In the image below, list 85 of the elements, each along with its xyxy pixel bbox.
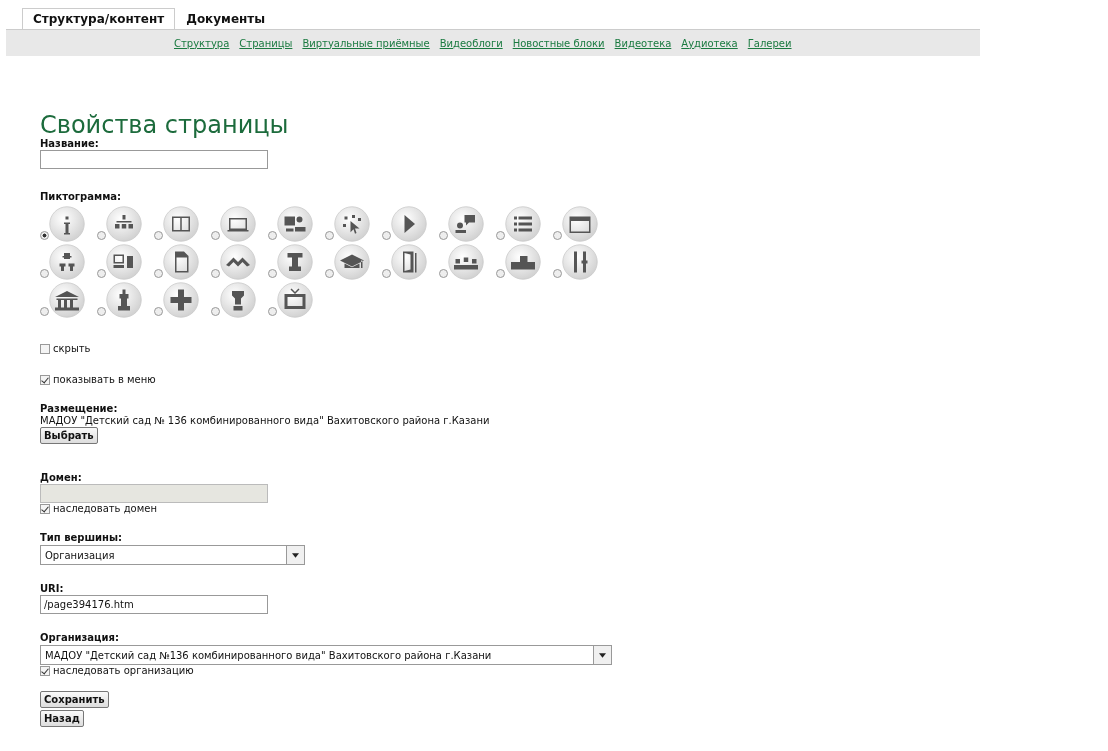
pictogram-icon[interactable]	[49, 244, 85, 280]
checkbox[interactable]	[40, 374, 50, 385]
pictogram-icon[interactable]	[391, 206, 427, 242]
form-button[interactable]: Назад	[40, 710, 84, 727]
pictogram-icon[interactable]	[49, 282, 85, 318]
radio-button[interactable]	[439, 269, 448, 278]
pictogram-icon[interactable]	[277, 206, 313, 242]
pictogram-icon[interactable]	[163, 244, 199, 280]
dropdown[interactable]: МАДОУ "Детский сад №136 комбинированного вида" Вахитовского района г.Казани	[40, 645, 612, 665]
pictogram-icon[interactable]	[106, 244, 142, 280]
pictogram-icon[interactable]	[448, 206, 484, 242]
pictogram-icon[interactable]	[277, 282, 313, 318]
checkbox[interactable]	[40, 343, 50, 354]
caret-icon	[292, 552, 299, 558]
radio-button[interactable]	[154, 231, 163, 240]
field-label: Размещение:	[40, 403, 119, 415]
nav-link[interactable]: Страницы	[239, 37, 293, 49]
radio-button[interactable]	[325, 269, 334, 278]
field-label: Тип вершины:	[40, 532, 124, 544]
dropdown[interactable]: Организация	[40, 545, 305, 565]
pictogram-icon[interactable]	[277, 244, 313, 280]
pictogram-icon[interactable]	[106, 206, 142, 242]
radio-button[interactable]	[496, 269, 505, 278]
radio-button[interactable]	[40, 269, 49, 278]
radio-button[interactable]	[268, 231, 277, 240]
radio-button[interactable]	[154, 269, 163, 278]
pictogram-icon[interactable]	[505, 244, 541, 280]
checkbox-label: наследовать домен	[53, 503, 157, 514]
page-heading: Свойства страницы	[40, 112, 290, 138]
radio-button[interactable]	[382, 269, 391, 278]
radio-button[interactable]	[268, 307, 277, 316]
pictogram-icon[interactable]	[334, 244, 370, 280]
field-label: Домен:	[40, 472, 83, 484]
pictogram-icon[interactable]	[220, 244, 256, 280]
field-label: Название:	[40, 138, 100, 150]
radio-button[interactable]	[40, 231, 49, 240]
pictogram-icon[interactable]	[334, 206, 370, 242]
pictogram-icon[interactable]	[220, 282, 256, 318]
nav-link[interactable]: Виртуальные приёмные	[302, 37, 430, 49]
pictogram-icon[interactable]	[448, 244, 484, 280]
radio-button[interactable]	[97, 307, 106, 316]
input-field[interactable]: /page394176.htm	[40, 595, 268, 614]
radio-button[interactable]	[496, 231, 505, 240]
tab[interactable]: Структура/контент	[22, 8, 176, 29]
radio-button[interactable]	[382, 231, 391, 240]
radio-button[interactable]	[211, 307, 220, 316]
pictogram-icon[interactable]	[220, 206, 256, 242]
radio-button[interactable]	[211, 269, 220, 278]
radio-button[interactable]	[211, 231, 220, 240]
nav-link[interactable]: Аудиотека	[681, 37, 738, 49]
radio-button[interactable]	[97, 269, 106, 278]
radio-button[interactable]	[439, 231, 448, 240]
checkbox-label: скрыть	[53, 343, 91, 354]
checkbox[interactable]	[40, 665, 50, 676]
pictogram-icon[interactable]	[562, 244, 598, 280]
radio-button[interactable]	[40, 307, 49, 316]
nav-link[interactable]: Видеотека	[614, 37, 672, 49]
pictogram-icon[interactable]	[505, 206, 541, 242]
radio-button[interactable]	[268, 269, 277, 278]
radio-button[interactable]	[154, 307, 163, 316]
choose-button[interactable]: Выбрать	[40, 427, 98, 444]
radio-button[interactable]	[553, 269, 562, 278]
field-label: Пиктограмма:	[40, 191, 123, 203]
pictogram-icon[interactable]	[163, 282, 199, 318]
nav-link[interactable]: Новостные блоки	[512, 37, 605, 49]
checkbox-label: наследовать организацию	[53, 665, 194, 676]
radio-button[interactable]	[553, 231, 562, 240]
pictogram-icon[interactable]	[562, 206, 598, 242]
pictogram-icon[interactable]	[106, 282, 142, 318]
radio-button[interactable]	[325, 231, 334, 240]
input-field[interactable]	[40, 150, 268, 169]
pictogram-icon[interactable]	[163, 206, 199, 242]
field-label: URI:	[40, 583, 65, 595]
pictogram-icon[interactable]	[391, 244, 427, 280]
field-label: Организация:	[40, 632, 120, 644]
checkbox-label: показывать в меню	[53, 374, 156, 385]
radio-button[interactable]	[97, 231, 106, 240]
nav-link[interactable]: Галереи	[747, 37, 792, 49]
form-button[interactable]: Сохранить	[40, 691, 109, 708]
caret-icon	[599, 652, 606, 658]
placement-value: МАДОУ "Детский сад № 136 комбинированного вида" Вахитовского района г.Казани	[40, 415, 491, 426]
nav-link[interactable]: Видеоблоги	[439, 37, 503, 49]
nav-link[interactable]: Структура	[174, 37, 230, 49]
pictogram-icon[interactable]	[49, 206, 85, 242]
tab[interactable]: Документы	[175, 8, 277, 29]
